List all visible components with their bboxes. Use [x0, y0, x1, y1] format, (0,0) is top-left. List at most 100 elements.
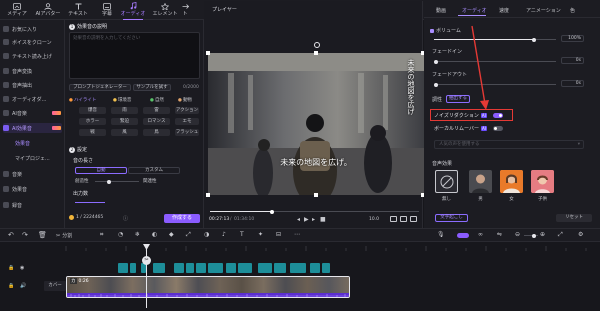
settings-icon[interactable]: ⚙ — [578, 231, 583, 238]
resize-handle[interactable] — [206, 51, 210, 55]
freeze-icon[interactable]: ❄ — [135, 231, 140, 238]
fade-out-slider[interactable] — [434, 82, 556, 87]
length-auto-option[interactable]: 自動 — [75, 167, 127, 174]
magnet-toggle[interactable] — [457, 233, 469, 238]
detach-icon[interactable]: ⊟ — [276, 231, 281, 238]
voice-child-card[interactable] — [531, 170, 554, 193]
video-clip[interactable]: カ 0:26 — [66, 276, 350, 298]
playback-progress[interactable] — [210, 209, 419, 214]
mask-icon[interactable]: ◐ — [152, 231, 157, 238]
undo-icon[interactable]: ↶ — [8, 231, 14, 239]
sidebar-item-audio-ducking[interactable]: オーディオダ... — [3, 94, 62, 104]
chip-ambient[interactable]: ● 環境音 — [113, 97, 131, 104]
tab-video[interactable]: 動画 — [436, 7, 446, 14]
voice-female-card[interactable] — [500, 170, 523, 193]
prev-frame-icon[interactable]: ◂ — [297, 216, 300, 223]
lock-icon[interactable]: 🔒 — [8, 283, 14, 289]
sidebar-item-ai-sfx[interactable]: AI効果音 — [3, 123, 62, 133]
tab-audio-properties[interactable]: オーディオ — [462, 7, 487, 14]
zoom-out-icon[interactable]: ⊖ — [515, 231, 520, 238]
sidebar-item-music[interactable]: 音楽 — [3, 169, 62, 179]
voice-none-card[interactable] — [435, 170, 458, 193]
text-clip[interactable] — [238, 263, 252, 273]
create-button[interactable]: 作成する — [164, 214, 200, 223]
fullscreen-icon[interactable] — [410, 216, 417, 222]
sfx-tag[interactable]: ホラー — [79, 118, 106, 125]
tab-text[interactable]: テキスト — [63, 1, 93, 19]
tab-media[interactable]: メディア — [2, 1, 32, 19]
transcribe-button[interactable]: 文字起こし — [435, 214, 468, 222]
fade-in-slider[interactable] — [434, 59, 556, 64]
text-clip[interactable] — [290, 263, 306, 273]
prompt-generator-button[interactable]: プロンプトジェネレーター — [69, 84, 131, 91]
vocal-remover-toggle[interactable] — [493, 126, 503, 131]
split-scissors-icon[interactable]: ✂ — [142, 256, 151, 265]
length-custom-option[interactable]: カスタム — [128, 167, 180, 174]
sidebar-item-sound-effects[interactable]: 効果音 — [3, 184, 62, 194]
more-icon[interactable]: ⋯ — [294, 231, 300, 238]
text-clip[interactable] — [196, 263, 206, 273]
zoom-in-icon[interactable]: ⊕ — [540, 231, 545, 238]
text-clip[interactable] — [208, 263, 223, 273]
creativity-slider[interactable] — [95, 179, 139, 184]
chip-highlight[interactable]: ● ハイライト — [69, 97, 96, 104]
reset-button[interactable]: リセット — [556, 214, 592, 222]
zoom-level[interactable]: 10.0 — [369, 217, 379, 222]
sidebar-item-record[interactable]: 録音 — [3, 200, 62, 210]
tab-animation[interactable]: アニメーション — [526, 7, 561, 14]
crop-icon[interactable]: ⌗ — [100, 231, 103, 239]
mute-icon[interactable]: 🔊 — [20, 283, 26, 289]
sfx-prompt-textarea[interactable]: 効果音の説明を入力してください — [69, 32, 200, 79]
text-clip[interactable] — [153, 263, 165, 273]
timeline-zoom-slider[interactable] — [524, 233, 538, 238]
resize-handle[interactable] — [314, 193, 318, 197]
try-sample-button[interactable]: サンプルを試す — [133, 84, 171, 91]
sfx-tag[interactable]: 鳥 — [143, 129, 170, 136]
video-preview[interactable]: 未来の地図を広げ。 未来の地図を広げ — [208, 53, 424, 195]
transform-icon[interactable]: ⤢ — [186, 231, 191, 239]
tab-element[interactable]: エレメント — [150, 1, 180, 19]
sfx-tag[interactable]: ロマンス — [143, 118, 170, 125]
sfx-tag[interactable]: 緊迫 — [111, 118, 138, 125]
text-clip[interactable] — [174, 263, 184, 273]
chip-nature[interactable]: ● 自然 — [150, 97, 164, 104]
text-clip[interactable] — [130, 263, 136, 273]
ripple-icon[interactable]: ⇋ — [497, 231, 502, 238]
text-clip[interactable] — [274, 263, 286, 273]
sidebar-item-text-to-speech[interactable]: テキスト読み上げ — [3, 51, 62, 61]
slider-knob[interactable] — [532, 233, 536, 238]
chip-animal[interactable]: ● 動物 — [178, 97, 192, 104]
split-button[interactable]: ✂ 分割 — [56, 232, 72, 240]
caption-vertical[interactable]: 未来の地図を広げ — [406, 59, 415, 115]
ai-tools-icon[interactable]: ✦ — [258, 231, 263, 238]
fade-out-value[interactable]: 0s — [561, 80, 584, 87]
slider-knob[interactable] — [434, 82, 438, 87]
text-clip[interactable] — [118, 263, 128, 273]
snapshot-icon[interactable] — [400, 216, 407, 222]
sfx-tag[interactable]: 爆音 — [79, 107, 106, 114]
tab-transition[interactable]: ト — [178, 1, 192, 19]
rotate-handle[interactable] — [314, 42, 320, 48]
volume-value[interactable]: 100% — [561, 35, 584, 42]
stop-icon[interactable]: ■ — [320, 216, 326, 223]
sidebar-item-favorites[interactable]: お気に入り — [3, 24, 62, 34]
text-edit-icon[interactable]: T — [240, 231, 244, 238]
resize-handle[interactable] — [314, 51, 318, 55]
sidebar-item-sfx[interactable]: 効果音 — [3, 138, 62, 148]
volume-slider[interactable] — [434, 37, 556, 42]
microphone-icon[interactable]: 🎙 — [437, 231, 445, 238]
tab-speed[interactable]: 速度 — [499, 7, 509, 14]
text-clip[interactable] — [226, 263, 236, 273]
slider-knob[interactable] — [434, 59, 438, 64]
sidebar-item-audio-extract[interactable]: 音声抽出 — [3, 80, 62, 90]
delete-icon[interactable]: 🗑 — [38, 231, 47, 239]
sidebar-item-ai-music[interactable]: AI音楽 — [3, 108, 62, 118]
color-icon[interactable]: ◑ — [204, 231, 209, 238]
voice-preset-dropdown[interactable]: 人気の声を使用する ▾ — [434, 140, 584, 149]
noise-reduction-toggle[interactable] — [493, 113, 503, 118]
sfx-tag[interactable]: 雨 — [111, 107, 138, 114]
text-clip[interactable] — [258, 263, 272, 273]
tab-ai-avatar[interactable]: AIアバター — [33, 1, 63, 19]
text-clip[interactable] — [186, 263, 194, 273]
sfx-tag[interactable]: エモ — [175, 118, 199, 125]
